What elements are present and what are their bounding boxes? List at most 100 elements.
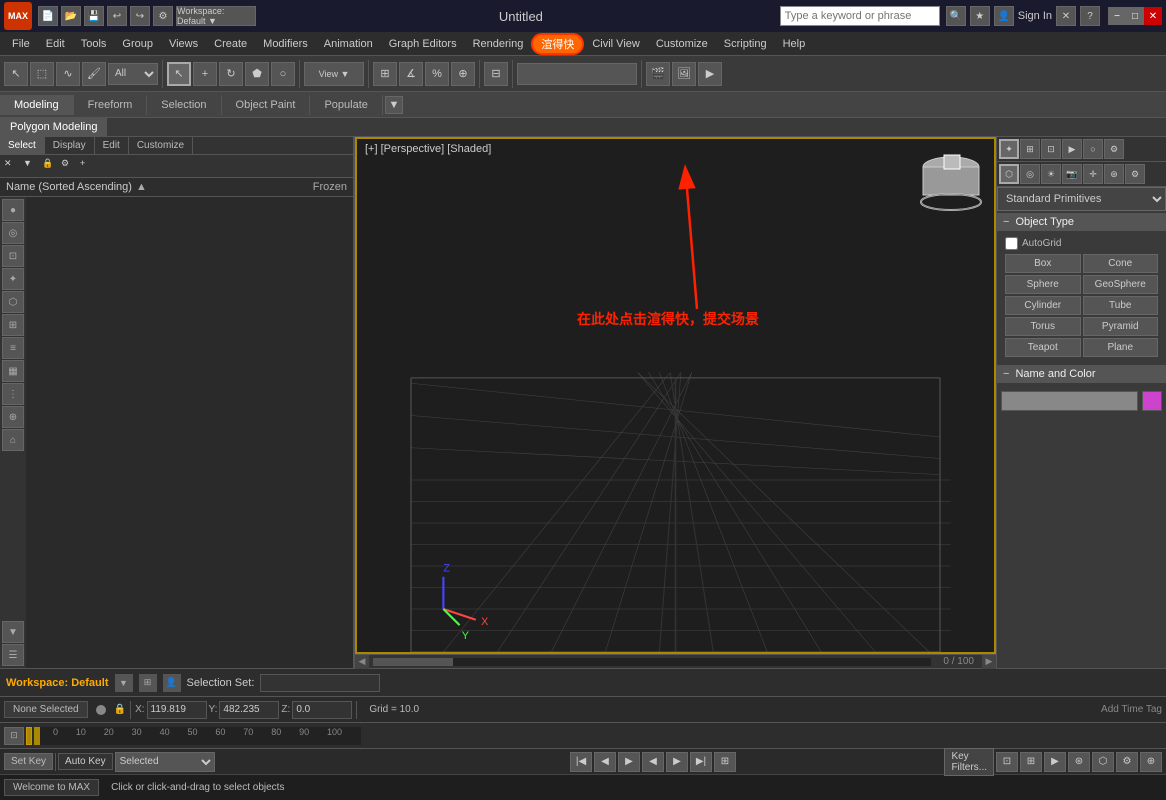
bottom-icon-3[interactable]: 👤 (163, 674, 181, 692)
selected-dropdown[interactable]: Selected (115, 752, 215, 772)
bottom-icon-1[interactable]: ▼ (115, 674, 133, 692)
y-value[interactable]: 482.235 (219, 701, 279, 719)
select-scale-icon[interactable]: ⬟ (245, 62, 269, 86)
side-icon-2[interactable]: ◎ (2, 222, 24, 244)
goto-start-btn[interactable]: |◀ (570, 752, 592, 772)
extra-btn-7[interactable]: ⊕ (1140, 752, 1162, 772)
spacewarps-icon[interactable]: ⊛ (1104, 164, 1124, 184)
scroll-right-btn[interactable]: ▶ (982, 655, 996, 669)
cone-btn[interactable]: Cone (1083, 254, 1159, 273)
side-icon-8[interactable]: ▦ (2, 360, 24, 382)
help-btn[interactable]: ? (1080, 6, 1100, 26)
box-btn[interactable]: Box (1005, 254, 1081, 273)
cameras-icon[interactable]: 📷 (1062, 164, 1082, 184)
tube-btn[interactable]: Tube (1083, 296, 1159, 315)
systems-icon[interactable]: ⚙ (1125, 164, 1145, 184)
tab-modeling[interactable]: Modeling (0, 95, 74, 115)
hierarchy-tab-icon[interactable]: ⊡ (1041, 139, 1061, 159)
panel-tab-display[interactable]: Display (45, 137, 95, 154)
play-reverse-btn[interactable]: ◀ (642, 752, 664, 772)
minimize-btn[interactable]: − (1108, 7, 1126, 25)
subtab-polygon-modeling[interactable]: Polygon Modeling (0, 118, 107, 136)
panel-tab-select[interactable]: Select (0, 137, 45, 154)
menu-tools[interactable]: Tools (73, 36, 115, 52)
align-icon[interactable]: ⊟ (484, 62, 508, 86)
undo-btn[interactable]: ↩ (107, 6, 127, 26)
side-icon-10[interactable]: ⊕ (2, 406, 24, 428)
geosphere-btn[interactable]: GeoSphere (1083, 275, 1159, 294)
side-icon-6[interactable]: ⊞ (2, 314, 24, 336)
scroll-track[interactable] (373, 658, 931, 666)
render-setup-icon[interactable]: 🎬 (646, 62, 670, 86)
pyramid-btn[interactable]: Pyramid (1083, 317, 1159, 336)
prev-frame-btn[interactable]: ◀ (594, 752, 616, 772)
menu-animation[interactable]: Animation (316, 36, 381, 52)
tab-selection[interactable]: Selection (147, 95, 221, 115)
next-frame-btn[interactable]: ▶ (666, 752, 688, 772)
timeline-main-bar[interactable]: 0102030405060708090100 (34, 727, 361, 745)
extra-btn-2[interactable]: ⊞ (1020, 752, 1042, 772)
x-value[interactable]: 119.819 (147, 701, 207, 719)
panel-settings-btn[interactable]: ⚙ (61, 158, 77, 174)
extra-btn-4[interactable]: ⊛ (1068, 752, 1090, 772)
panel-lock-btn[interactable]: 🔒 (42, 158, 58, 174)
side-icon-layer[interactable]: ☰ (2, 644, 24, 666)
maximize-btn[interactable]: □ (1126, 7, 1144, 25)
side-icon-5[interactable]: ⬡ (2, 291, 24, 313)
workspace-label[interactable]: Workspace: Default (6, 677, 109, 689)
render-active-icon[interactable]: ▶ (698, 62, 722, 86)
side-icon-3[interactable]: ⊡ (2, 245, 24, 267)
paint-select-icon[interactable]: 🖌 (82, 62, 106, 86)
panel-tab-customize[interactable]: Customize (129, 137, 193, 154)
geometry-icon[interactable]: ⬡ (999, 164, 1019, 184)
menu-create[interactable]: Create (206, 36, 255, 52)
torus-btn[interactable]: Torus (1005, 317, 1081, 336)
autogrid-checkbox[interactable] (1005, 237, 1018, 250)
side-icon-4[interactable]: ✦ (2, 268, 24, 290)
extra-btn-1[interactable]: ⊡ (996, 752, 1018, 772)
new-file-btn[interactable]: 📄 (38, 6, 58, 26)
sphere-btn[interactable]: Sphere (1005, 275, 1081, 294)
object-type-section-header[interactable]: − Object Type (997, 213, 1166, 231)
teapot-btn[interactable]: Teapot (1005, 338, 1081, 357)
plane-btn[interactable]: Plane (1083, 338, 1159, 357)
bookmark-btn[interactable]: ★ (970, 6, 990, 26)
tab-freeform[interactable]: Freeform (74, 95, 148, 115)
set-key-label[interactable]: Set Key (4, 753, 53, 770)
cylinder-btn[interactable]: Cylinder (1005, 296, 1081, 315)
render-frame-icon[interactable]: 🖼 (672, 62, 696, 86)
workspace-dropdown[interactable]: Workspace: Default ▼ (176, 6, 256, 26)
panel-filter-btn[interactable]: ▼ (23, 158, 39, 174)
extra-btn-6[interactable]: ⚙ (1116, 752, 1138, 772)
utilities-tab-icon[interactable]: ⚙ (1104, 139, 1124, 159)
bottom-icon-2[interactable]: ⊞ (139, 674, 157, 692)
menu-civil-view[interactable]: Civil View (584, 36, 647, 52)
name-color-section-header[interactable]: − Name and Color (997, 365, 1166, 383)
menu-scripting[interactable]: Scripting (716, 36, 775, 52)
welcome-to-max-tab[interactable]: Welcome to MAX (4, 779, 99, 796)
close-btn[interactable]: ✕ (1144, 7, 1162, 25)
menu-edit[interactable]: Edit (38, 36, 73, 52)
color-swatch[interactable] (1142, 391, 1162, 411)
workspace-btn[interactable]: ⚙ (153, 6, 173, 26)
tab-object-paint[interactable]: Object Paint (222, 95, 311, 115)
name-input[interactable] (1001, 391, 1138, 411)
scroll-left-btn[interactable]: ◀ (355, 655, 369, 669)
redo-btn[interactable]: ↪ (130, 6, 150, 26)
select-move-icon[interactable]: + (193, 62, 217, 86)
menu-file[interactable]: File (4, 36, 38, 52)
menu-graph-editors[interactable]: Graph Editors (381, 36, 465, 52)
tab-more-icon[interactable]: ▼ (385, 96, 403, 114)
menu-modifiers[interactable]: Modifiers (255, 36, 316, 52)
timeline-scrubber[interactable] (26, 727, 32, 745)
close-search-btn[interactable]: ✕ (1056, 6, 1076, 26)
save-btn[interactable]: 💾 (84, 6, 104, 26)
side-icon-11[interactable]: ⌂ (2, 429, 24, 451)
panel-close-btn[interactable]: ✕ (4, 158, 20, 174)
shapes-icon[interactable]: ◎ (1020, 164, 1040, 184)
helpers-icon[interactable]: ✛ (1083, 164, 1103, 184)
select-rotate-icon[interactable]: ↻ (219, 62, 243, 86)
lights-icon[interactable]: ☀ (1041, 164, 1061, 184)
search-icon-btn[interactable]: 🔍 (946, 6, 966, 26)
user-btn[interactable]: 👤 (994, 6, 1014, 26)
